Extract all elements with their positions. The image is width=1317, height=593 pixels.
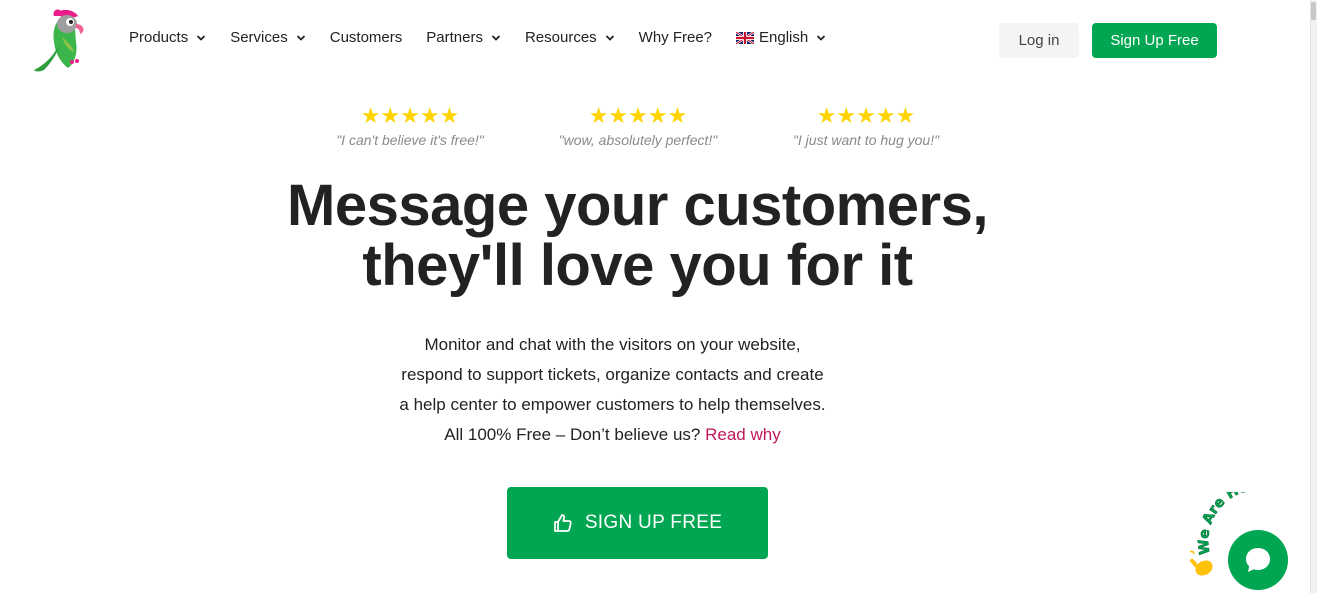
nav-services-label: Services <box>230 29 288 46</box>
hero-headline: Message your customers, they'll love you… <box>0 176 1275 296</box>
login-button[interactable]: Log in <box>999 23 1079 58</box>
review-quote: "I just want to hug you!" <box>792 132 940 148</box>
headline-line-1: Message your customers, <box>287 173 988 238</box>
language-selector[interactable]: English <box>736 29 826 46</box>
description-line-2: respond to support tickets, organize con… <box>401 365 824 384</box>
review-item: ★★★★★ "wow, absolutely perfect!" <box>548 104 728 149</box>
nav-services[interactable]: Services <box>230 29 306 46</box>
review-item: ★★★★★ "I can't believe it's free!" <box>330 104 490 149</box>
five-stars-icon: ★★★★★ <box>360 104 460 129</box>
review-item: ★★★★★ "I just want to hug you!" <box>783 104 949 149</box>
signup-header-button[interactable]: Sign Up Free <box>1092 23 1217 58</box>
description-line-3: a help center to empower customers to he… <box>399 395 826 414</box>
nav-partners-label: Partners <box>426 29 483 46</box>
site-header: Products Services Customers Partners Res… <box>0 0 1310 80</box>
nav-customers[interactable]: Customers <box>330 29 403 46</box>
nav-resources[interactable]: Resources <box>525 29 615 46</box>
signup-cta-button[interactable]: SIGN UP FREE <box>507 487 768 559</box>
chevron-down-icon <box>197 34 206 41</box>
nav-why-free-label: Why Free? <box>638 29 713 46</box>
chat-launcher-button[interactable] <box>1228 530 1288 590</box>
nav-resources-label: Resources <box>524 29 597 46</box>
chevron-down-icon <box>605 34 614 41</box>
main-nav: Products Services Customers Partners Res… <box>129 29 850 46</box>
description-line-1: Monitor and chat with the visitors on yo… <box>424 335 801 354</box>
read-why-link[interactable]: Read why <box>705 425 781 444</box>
thumbs-up-icon <box>553 514 572 532</box>
chevron-down-icon <box>296 34 305 41</box>
five-stars-icon: ★★★★★ <box>588 104 688 129</box>
scrollbar-thumb[interactable] <box>1311 2 1316 20</box>
language-label: English <box>759 29 809 46</box>
nav-products[interactable]: Products <box>129 29 206 46</box>
nav-customers-label: Customers <box>329 29 403 46</box>
parrot-logo-icon[interactable] <box>28 6 96 74</box>
uk-flag-icon <box>736 31 755 44</box>
cta-label: SIGN UP FREE <box>584 512 723 533</box>
description-line-4-text: All 100% Free – Don’t believe us? <box>444 425 706 444</box>
chat-bubble-icon <box>1246 548 1270 572</box>
headline-line-2: they'll love you for it <box>362 233 913 298</box>
description-line-4: All 100% Free – Don’t believe us? Read w… <box>0 420 1225 450</box>
hero-description: Monitor and chat with the visitors on yo… <box>0 330 1225 450</box>
chevron-down-icon <box>817 34 826 41</box>
waving-hand-icon <box>1189 550 1213 576</box>
nav-partners[interactable]: Partners <box>426 29 501 46</box>
chevron-down-icon <box>491 34 501 41</box>
review-quote: "I can't believe it's free!" <box>336 132 484 148</box>
five-stars-icon: ★★★★★ <box>816 104 916 129</box>
nav-products-label: Products <box>129 29 189 46</box>
review-quote: "wow, absolutely perfect!" <box>558 132 718 148</box>
nav-why-free[interactable]: Why Free? <box>639 29 712 46</box>
